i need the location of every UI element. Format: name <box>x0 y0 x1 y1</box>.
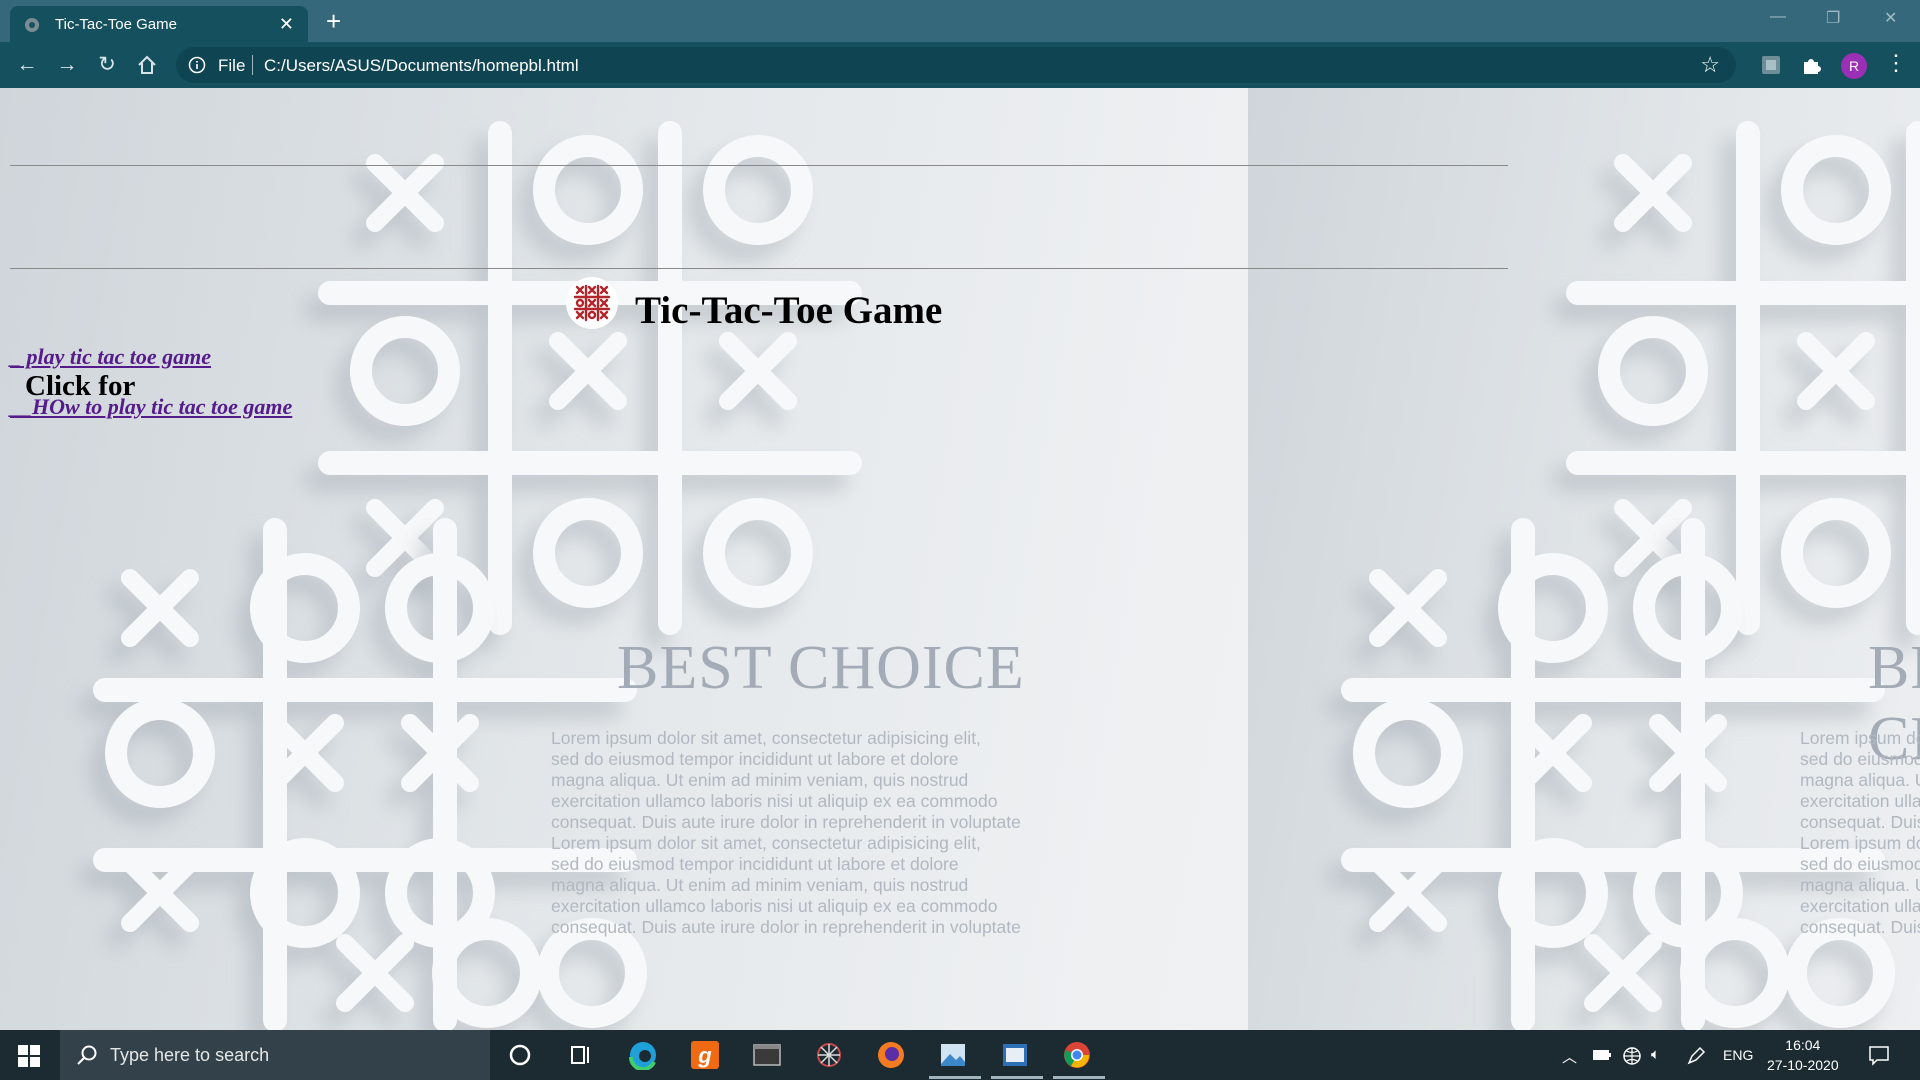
active-app-indicator <box>991 1076 1043 1079</box>
info-icon[interactable] <box>188 56 206 74</box>
minimize-icon[interactable]: — <box>1770 8 1786 26</box>
browser-toolbar: ← → ↻ File C:/Users/ASUS/Documents/homep… <box>0 42 1920 88</box>
lorem-line: sed do eiusmod tempor incididunt ut labo… <box>551 854 959 874</box>
tab-title: Tic-Tac-Toe Game <box>55 16 177 33</box>
restore-icon[interactable]: ❐ <box>1826 8 1840 28</box>
lorem-line: magna aliqua. Ut enim ad minim veniam, q… <box>1800 875 1920 895</box>
cortana-icon[interactable] <box>505 1040 535 1070</box>
extensions-puzzle-icon[interactable] <box>1800 54 1822 76</box>
lorem-line: exercitation ullamco laboris nisi ut ali… <box>1800 896 1920 916</box>
background-lorem-text: Lorem ipsum dolor sit amet, consectetur … <box>551 728 1131 938</box>
browser-tab[interactable]: Tic-Tac-Toe Game ✕ <box>10 6 308 42</box>
search-placeholder: Type here to search <box>110 1045 270 1065</box>
background-tagline: BEST CHOICE <box>617 634 1025 702</box>
how-to-play-link[interactable]: __HOw to play tic tac toe game <box>10 394 292 420</box>
lorem-line: Lorem ipsum dolor sit amet, consectetur … <box>1800 728 1920 748</box>
lorem-line: magna aliqua. Ut enim ad minim veniam, q… <box>1800 770 1920 790</box>
background-lorem-text-repeat: Lorem ipsum dolor sit amet, consectetur … <box>1800 728 1920 938</box>
windows-taskbar: Type here to search g ︿ 🔈︎ ENG 16:04 27-… <box>0 1030 1920 1080</box>
svg-text:g: g <box>697 1043 712 1068</box>
reload-icon[interactable]: ↻ <box>94 52 120 78</box>
address-bar[interactable]: File C:/Users/ASUS/Documents/homepbl.htm… <box>176 47 1736 83</box>
web-page: BEST CHOICE BEST CHOICE Lorem ipsum dolo… <box>0 88 1920 1030</box>
profile-avatar[interactable]: R <box>1841 53 1867 79</box>
tray-overflow-icon[interactable]: ︿ <box>1562 1046 1577 1067</box>
extension-icon[interactable] <box>1760 54 1782 76</box>
network-globe-icon[interactable] <box>1622 1046 1642 1066</box>
close-tab-icon[interactable]: ✕ <box>279 14 294 35</box>
taskbar-clock[interactable]: 16:04 27-10-2020 <box>1767 1035 1839 1075</box>
clock-date: 27-10-2020 <box>1767 1057 1839 1073</box>
tab-strip: Tic-Tac-Toe Game ✕ + — ❐ ✕ <box>0 0 1920 42</box>
terminal-icon[interactable] <box>752 1040 782 1070</box>
bottom-divider <box>10 268 1508 269</box>
back-icon[interactable]: ← <box>14 52 40 78</box>
lorem-line: Lorem ipsum dolor sit amet, consectetur … <box>1800 833 1920 853</box>
address-divider <box>252 55 253 75</box>
top-divider <box>10 165 1508 166</box>
lorem-line: consequat. Duis aute irure dolor in repr… <box>1800 812 1920 832</box>
bookmark-star-icon[interactable]: ☆ <box>1700 52 1720 78</box>
language-indicator[interactable]: ENG <box>1723 1047 1753 1063</box>
pen-icon[interactable] <box>1686 1046 1706 1066</box>
lorem-line: exercitation ullamco laboris nisi ut ali… <box>1800 791 1920 811</box>
lorem-line: sed do eiusmod tempor incididunt ut labo… <box>1800 854 1920 874</box>
address-scheme: File <box>218 56 246 75</box>
lorem-line: magna aliqua. Ut enim ad minim veniam, q… <box>551 875 969 895</box>
search-icon <box>77 1045 97 1065</box>
tic-tac-toe-logo-icon <box>566 277 618 329</box>
battery-icon[interactable] <box>1592 1048 1612 1062</box>
notifications-icon[interactable] <box>1868 1044 1890 1066</box>
active-app-indicator <box>1053 1076 1105 1079</box>
new-tab-button[interactable]: + <box>326 6 341 36</box>
edge-icon[interactable] <box>628 1040 658 1070</box>
lorem-line: exercitation ullamco laboris nisi ut ali… <box>551 791 998 811</box>
play-game-link[interactable]: _ play tic tac toe game <box>10 344 211 370</box>
lorem-line: consequat. Duis aute irure dolor in repr… <box>551 917 1021 937</box>
chrome-icon[interactable] <box>1062 1040 1092 1070</box>
network-tool-icon[interactable] <box>814 1040 844 1070</box>
window-close-icon[interactable]: ✕ <box>1884 8 1897 28</box>
home-icon[interactable] <box>134 52 160 78</box>
clock-time: 16:04 <box>1785 1037 1821 1053</box>
lorem-line: consequat. Duis aute irure dolor in repr… <box>551 812 1021 832</box>
paint-app-icon[interactable] <box>1000 1040 1030 1070</box>
lorem-line: Lorem ipsum dolor sit amet, consectetur … <box>551 833 981 853</box>
firefox-icon[interactable] <box>876 1040 906 1070</box>
lorem-line: sed do eiusmod tempor incididunt ut labo… <box>551 749 959 769</box>
photos-app-icon[interactable] <box>938 1040 968 1070</box>
active-app-indicator <box>929 1076 981 1079</box>
lorem-line: exercitation ullamco laboris nisi ut ali… <box>551 896 998 916</box>
browser-menu-icon[interactable]: ⋮ <box>1885 50 1907 76</box>
taskbar-search-box[interactable]: Type here to search <box>60 1030 490 1080</box>
windows-start-icon[interactable] <box>18 1045 40 1067</box>
lorem-line: consequat. Duis aute irure dolor in repr… <box>1800 917 1920 937</box>
task-view-icon[interactable] <box>566 1040 596 1070</box>
g-app-icon[interactable]: g <box>690 1040 720 1070</box>
address-url[interactable]: C:/Users/ASUS/Documents/homepbl.html <box>264 56 579 76</box>
page-title: Tic-Tac-Toe Game <box>635 289 943 332</box>
lorem-line: Lorem ipsum dolor sit amet, consectetur … <box>551 728 981 748</box>
lorem-line: magna aliqua. Ut enim ad minim veniam, q… <box>551 770 969 790</box>
page-favicon-icon <box>25 18 39 32</box>
forward-icon[interactable]: → <box>54 52 80 78</box>
lorem-line: sed do eiusmod tempor incididunt ut labo… <box>1800 749 1920 769</box>
volume-icon[interactable]: 🔈︎ <box>1651 1046 1660 1063</box>
